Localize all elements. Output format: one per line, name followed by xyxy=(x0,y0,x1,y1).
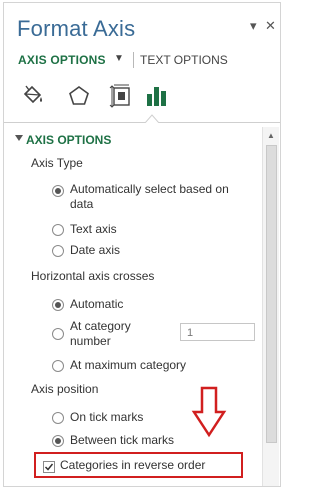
fill-line-icon[interactable] xyxy=(20,83,46,109)
option-between-tick-marks-label[interactable]: Between tick marks xyxy=(70,433,174,448)
dropdown-triangle-icon[interactable]: ▾ xyxy=(250,17,257,35)
collapse-triangle-icon[interactable] xyxy=(15,135,23,141)
close-icon[interactable]: ✕ xyxy=(265,17,276,35)
scroll-up-icon[interactable]: ▲ xyxy=(267,131,275,140)
annotation-highlight-box xyxy=(34,452,243,478)
option-at-category-line2: number xyxy=(70,334,111,348)
axis-position-label: Axis position xyxy=(31,382,99,396)
option-at-category-label[interactable]: At category number xyxy=(70,319,131,349)
tab-axis-options[interactable]: AXIS OPTIONS xyxy=(18,53,106,67)
axis-options-bar-chart-icon[interactable] xyxy=(144,83,170,109)
vertical-scrollbar[interactable]: ▲ xyxy=(262,127,279,486)
tab-axis-options-dropdown-icon[interactable]: ▼ xyxy=(114,53,124,64)
radio-automatic[interactable] xyxy=(52,299,64,311)
option-at-category-line1: At category xyxy=(70,319,131,333)
option-auto-select-label[interactable]: Automatically select based on data xyxy=(70,182,229,212)
option-at-max-category-label[interactable]: At maximum category xyxy=(70,358,186,373)
format-axis-pane: Format Axis ▾ ✕ AXIS OPTIONS ▼ TEXT OPTI… xyxy=(3,2,281,487)
options-content: AXIS OPTIONS Axis Type Automatically sel… xyxy=(4,127,262,486)
tab-separator xyxy=(133,52,134,68)
category-number-input[interactable]: 1 xyxy=(180,323,255,341)
pane-title: Format Axis xyxy=(17,16,136,41)
radio-at-category-number[interactable] xyxy=(52,328,64,340)
option-text-axis-label[interactable]: Text axis xyxy=(70,222,117,237)
tab-text-options[interactable]: TEXT OPTIONS xyxy=(140,53,228,67)
tab-underline xyxy=(4,122,280,123)
option-auto-select-line2: data xyxy=(70,197,94,211)
annotation-down-arrow-icon xyxy=(191,386,227,438)
effects-pentagon-icon[interactable] xyxy=(66,83,92,109)
section-header[interactable]: AXIS OPTIONS xyxy=(26,133,111,147)
selected-category-pointer xyxy=(145,114,159,123)
scroll-thumb[interactable] xyxy=(266,145,277,443)
size-properties-icon[interactable] xyxy=(108,83,134,109)
option-automatic-label[interactable]: Automatic xyxy=(70,297,123,312)
axis-type-label: Axis Type xyxy=(31,156,83,170)
option-auto-select-line1: Automatically select based on xyxy=(70,182,229,196)
radio-between-tick-marks[interactable] xyxy=(52,435,64,447)
radio-at-maximum-category[interactable] xyxy=(52,360,64,372)
option-on-tick-marks-label[interactable]: On tick marks xyxy=(70,410,143,425)
radio-auto-select[interactable] xyxy=(52,185,64,197)
option-date-axis-label[interactable]: Date axis xyxy=(70,243,120,258)
radio-text-axis[interactable] xyxy=(52,224,64,236)
horizontal-crosses-label: Horizontal axis crosses xyxy=(31,269,155,283)
radio-on-tick-marks[interactable] xyxy=(52,412,64,424)
radio-date-axis[interactable] xyxy=(52,245,64,257)
